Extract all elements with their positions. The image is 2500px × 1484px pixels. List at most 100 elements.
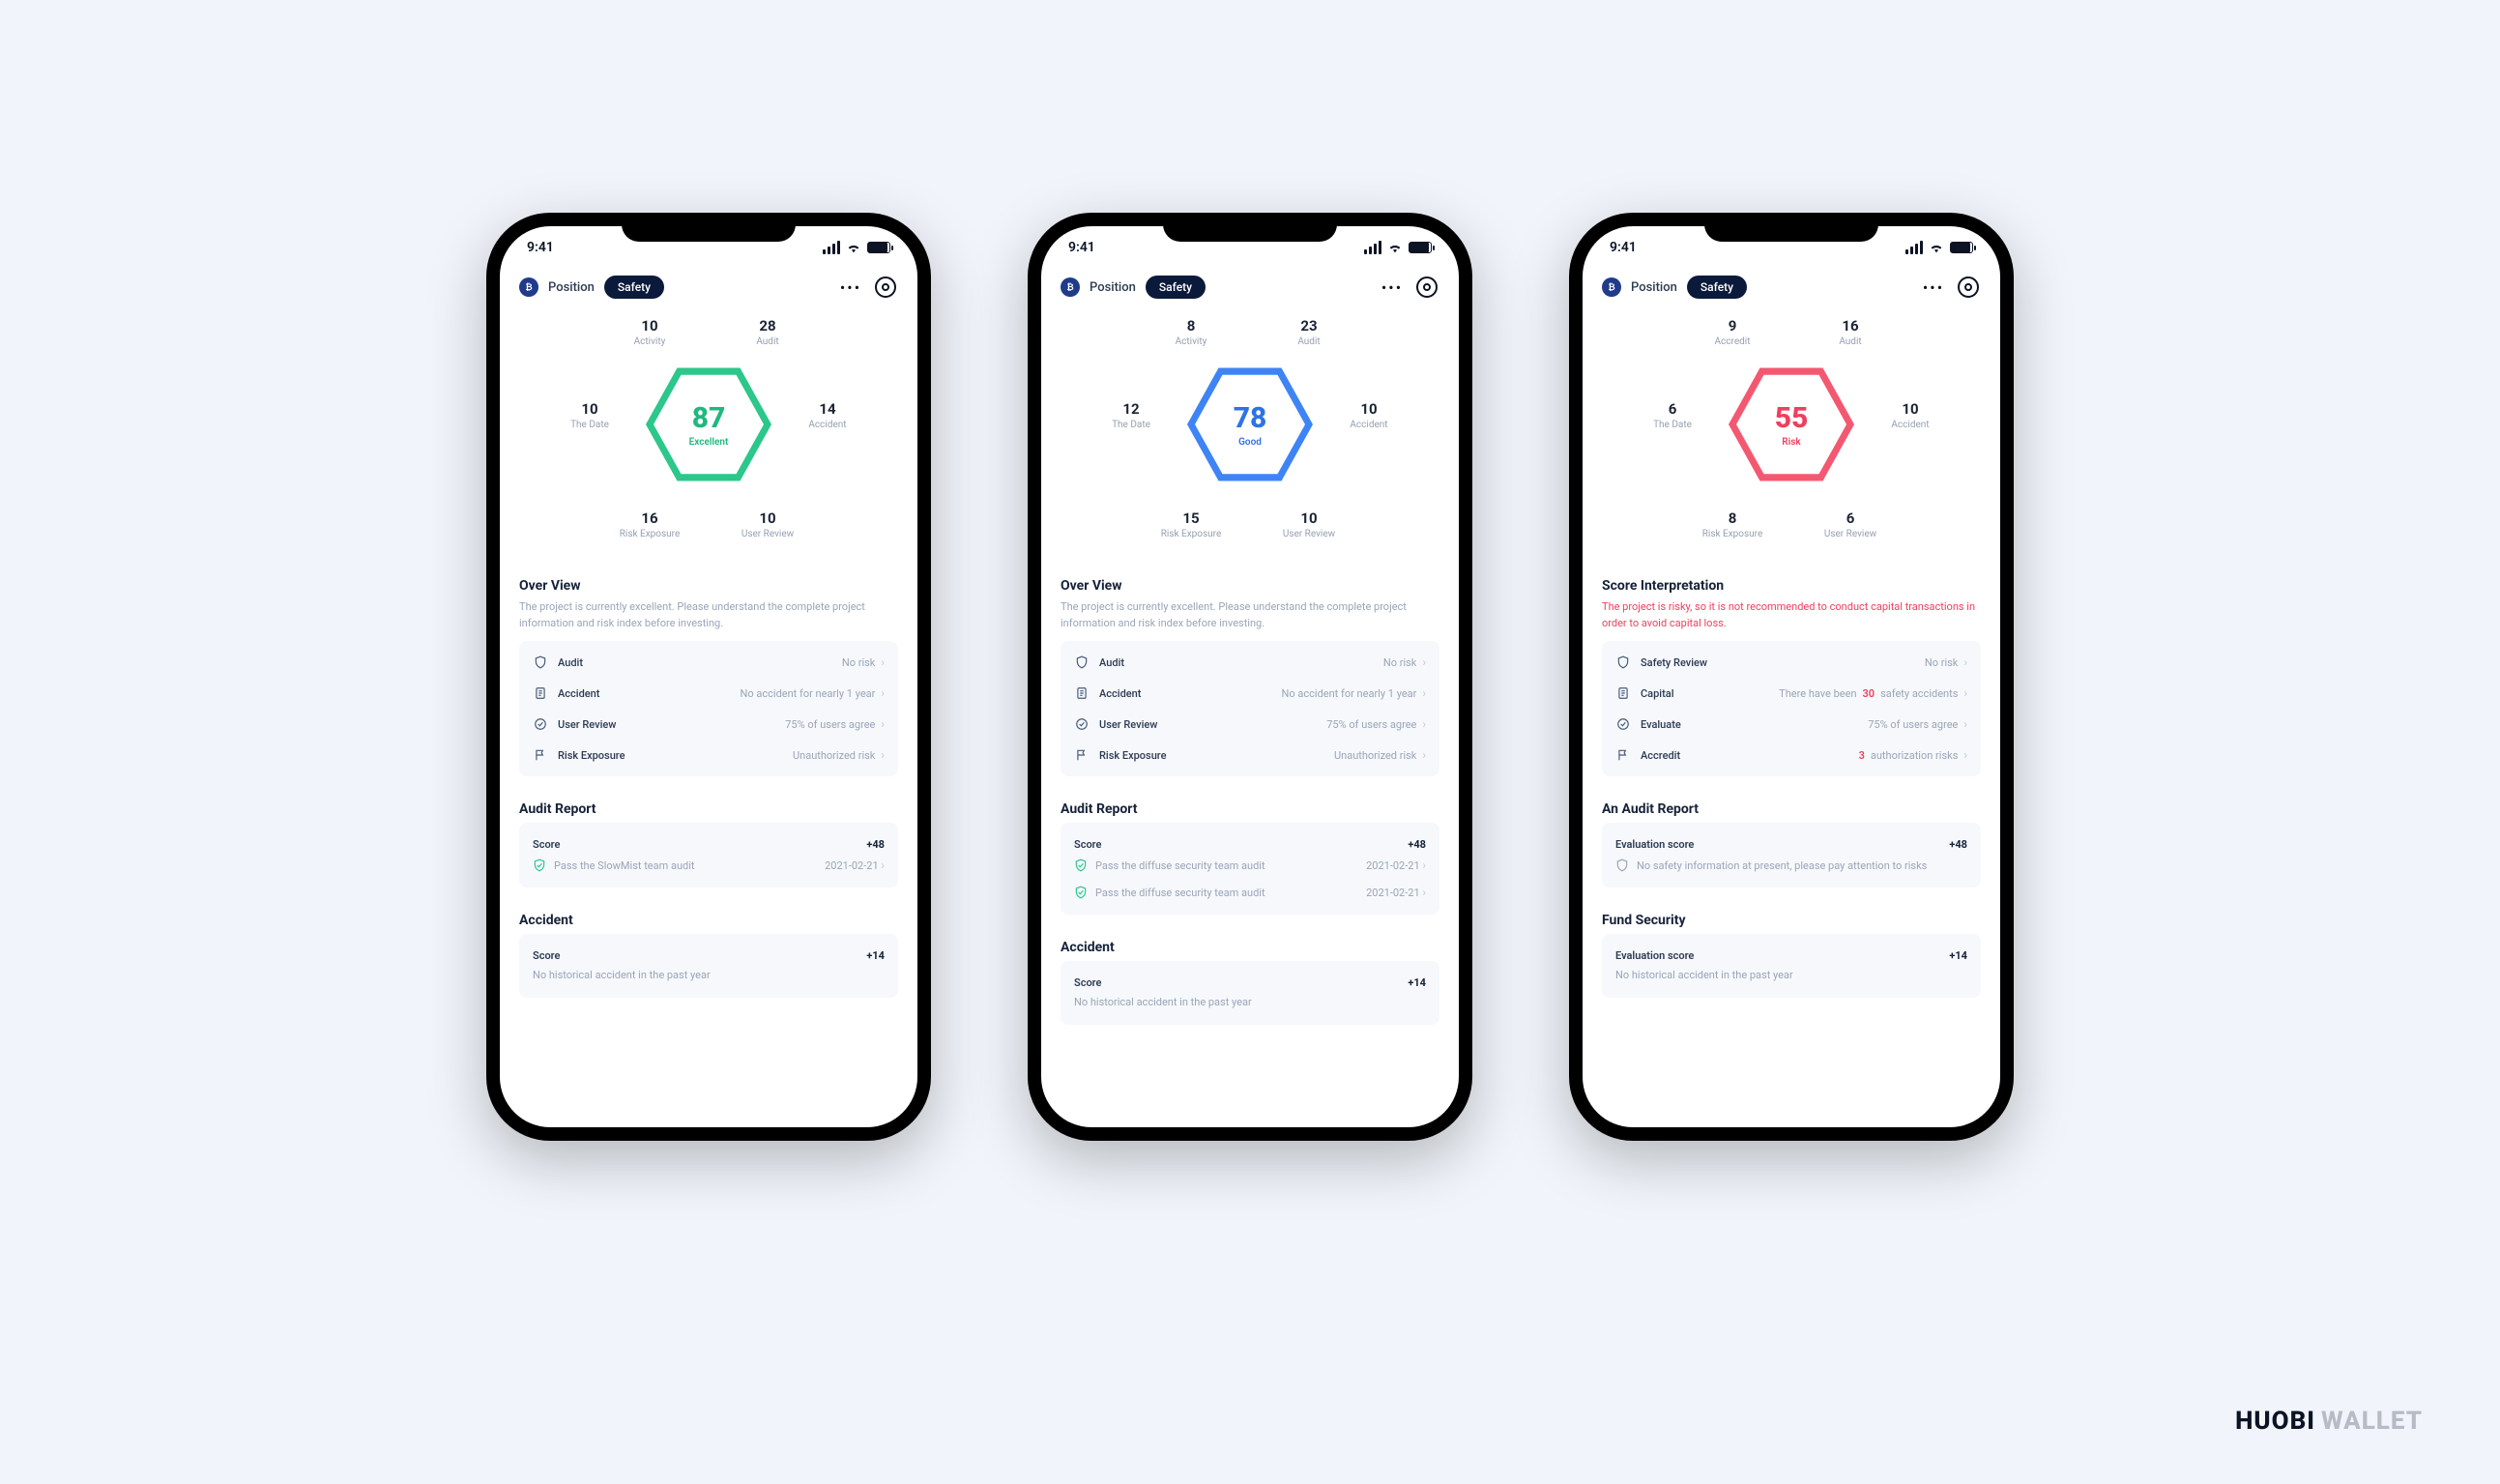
row-audit[interactable]: Audit No risk› [519, 647, 898, 678]
target-icon[interactable] [1414, 275, 1439, 300]
battery-icon [1409, 242, 1432, 253]
tab-position[interactable]: Position [1631, 280, 1677, 295]
tab-position[interactable]: Position [548, 280, 595, 295]
row-evaluate[interactable]: Evaluate 75% of users agree› [1602, 709, 1981, 740]
score-hexagon: 87 Excellent [646, 362, 771, 487]
stat-accredit: 9Accredit [1679, 317, 1786, 347]
audit-section: Audit Report Score +48 Pass the SlowMist… [500, 788, 917, 899]
wifi-icon [1387, 242, 1403, 253]
tab-safety[interactable]: Safety [1687, 276, 1747, 299]
audit-title: An Audit Report [1602, 801, 1981, 817]
score-hexagon: 78 Good [1187, 362, 1313, 487]
row-safety-review[interactable]: Safety Review No risk› [1602, 647, 1981, 678]
row-user-review[interactable]: User Review 75% of users agree› [1061, 709, 1439, 740]
stat-activity: 8Activity [1138, 317, 1244, 347]
status-icons [823, 241, 890, 254]
phone-frame: 9:41 ₿ Position Safety ••• [1569, 213, 2014, 1141]
phone-screen: 9:41 ₿ Position Safety ••• [1041, 226, 1459, 1127]
row-risk-exposure[interactable]: Risk Exposure Unauthorized risk› [519, 740, 898, 771]
tab-position[interactable]: Position [1090, 280, 1136, 295]
wifi-icon [846, 242, 861, 253]
phone-frame: 9:41 ₿ Position Safety ••• [486, 213, 931, 1141]
score-label: Excellent [689, 437, 729, 448]
fund-section: Fund Security Evaluation score +14 No hi… [1583, 899, 2000, 1009]
chevron-right-icon: › [881, 655, 885, 669]
audit-info-line: No safety information at present, please… [1602, 855, 1981, 882]
tab-group: ₿ Position Safety [1061, 276, 1206, 299]
top-bar: ₿ Position Safety ••• [1583, 269, 2000, 309]
more-icon[interactable]: ••• [1921, 275, 1946, 300]
check-badge-icon [1074, 886, 1088, 899]
clipboard-icon [1615, 685, 1631, 701]
check-badge-icon [1074, 858, 1088, 872]
tab-group: ₿ Position Safety [1602, 276, 1747, 299]
row-accident[interactable]: Accident No accident for nearly 1 year› [519, 678, 898, 709]
tab-group: ₿ Position Safety [519, 276, 664, 299]
stat-user-review: 6User Review [1797, 509, 1904, 539]
overview-list: Safety Review No risk› Capital There hav… [1602, 641, 1981, 776]
coin-icon[interactable]: ₿ [1602, 277, 1621, 297]
signal-icon [1905, 241, 1923, 254]
stat-audit: 16Audit [1797, 317, 1904, 347]
brand-mark: HUOBIWALLET [2235, 1407, 2423, 1436]
check-circle-icon [533, 716, 548, 732]
tab-safety[interactable]: Safety [1146, 276, 1206, 299]
flag-icon [1074, 747, 1090, 763]
check-circle-icon [1615, 716, 1631, 732]
audit-section: Audit Report Score +48 Pass the diffuse … [1041, 788, 1459, 926]
status-icons [1905, 241, 1973, 254]
row-audit[interactable]: Audit No risk› [1061, 647, 1439, 678]
coin-icon[interactable]: ₿ [519, 277, 538, 297]
row-accident[interactable]: Accident No accident for nearly 1 year› [1061, 678, 1439, 709]
row-capital[interactable]: Capital There have been 30 safety accide… [1602, 678, 1981, 709]
clipboard-icon [533, 685, 548, 701]
stat-risk-exposure: 15Risk Exposure [1138, 509, 1244, 539]
mockup-canvas: 9:41 ₿ Position Safety ••• [0, 0, 2500, 1484]
row-user-review[interactable]: User Review 75% of users agree› [519, 709, 898, 740]
stat-accident: 14Accident [774, 400, 881, 430]
phone-screen: 9:41 ₿ Position Safety ••• [500, 226, 917, 1127]
phone-notch [1704, 213, 1878, 242]
fund-score-row: Evaluation score +14 [1602, 940, 1981, 966]
stat-accident: 10Accident [1857, 400, 1963, 430]
target-icon[interactable] [1956, 275, 1981, 300]
score-label: Risk [1775, 437, 1809, 448]
status-icons [1364, 241, 1432, 254]
overview-title: Score Interpretation [1602, 578, 1981, 594]
accident-sub: No historical accident in the past year [519, 966, 898, 992]
score-hero: 9Accredit 16Audit 6The Date 10Accident 8… [1583, 309, 2000, 565]
shield-icon [1615, 655, 1631, 670]
phone-screen: 9:41 ₿ Position Safety ••• [1583, 226, 2000, 1127]
accident-title: Accident [519, 913, 898, 928]
tab-safety[interactable]: Safety [604, 276, 664, 299]
audit-score-row: Score +48 [519, 829, 898, 855]
target-icon[interactable] [873, 275, 898, 300]
overview-list: Audit No risk› Accident No accident for … [519, 641, 898, 776]
signal-icon [1364, 241, 1381, 254]
overview-desc: The project is currently excellent. Plea… [519, 599, 898, 631]
more-icon[interactable]: ••• [1380, 275, 1405, 300]
row-accredit[interactable]: Accredit 3 authorization risks› [1602, 740, 1981, 771]
battery-icon [867, 242, 890, 253]
status-time: 9:41 [1610, 240, 1637, 255]
row-risk-exposure[interactable]: Risk Exposure Unauthorized risk› [1061, 740, 1439, 771]
stat-risk-exposure: 16Risk Exposure [596, 509, 703, 539]
audit-score-row: Evaluation score +48 [1602, 829, 1981, 855]
flag-icon [1615, 747, 1631, 763]
top-bar: ₿ Position Safety ••• [1041, 269, 1459, 309]
fund-sub: No historical accident in the past year [1602, 966, 1981, 992]
coin-icon[interactable]: ₿ [1061, 277, 1080, 297]
more-icon[interactable]: ••• [838, 275, 863, 300]
audit-item[interactable]: Pass the diffuse security team audit 202… [1061, 882, 1439, 909]
score-hexagon: 55 Risk [1729, 362, 1854, 487]
audit-item[interactable]: Pass the diffuse security team audit 202… [1061, 855, 1439, 882]
stat-risk-exposure: 8Risk Exposure [1679, 509, 1786, 539]
phone-notch [622, 213, 796, 242]
stat-audit: 23Audit [1256, 317, 1362, 347]
audit-item[interactable]: Pass the SlowMist team audit 2021-02-21 … [519, 855, 898, 882]
fund-title: Fund Security [1602, 913, 1981, 928]
signal-icon [823, 241, 840, 254]
overview-section: Over View The project is currently excel… [500, 565, 917, 788]
flag-icon [533, 747, 548, 763]
phone-notch [1163, 213, 1337, 242]
